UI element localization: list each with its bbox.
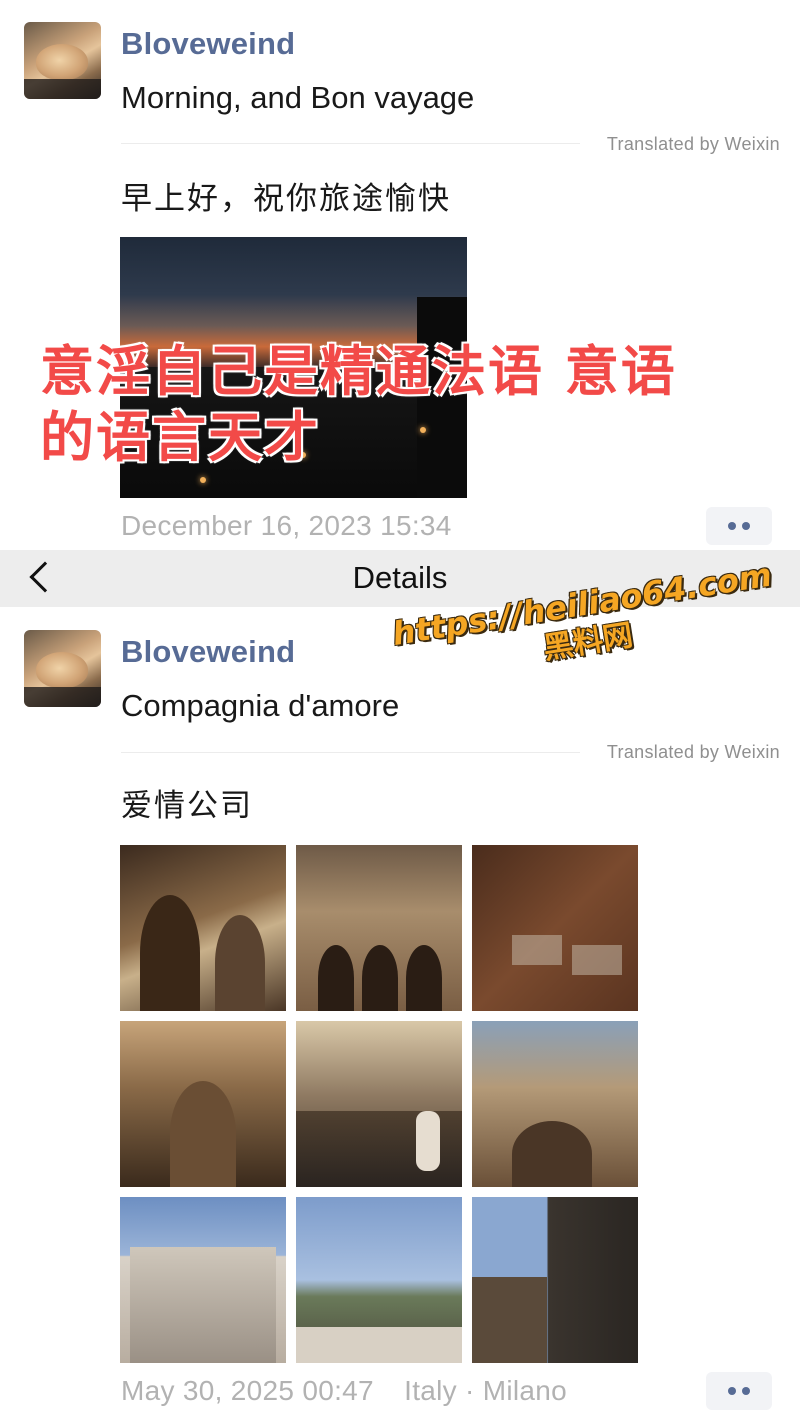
translated-by-label: Translated by Weixin [606, 742, 780, 762]
overlay-caption-line: 的语言天才 [40, 406, 320, 469]
lion-cub-image [36, 44, 88, 80]
translation-text: 早上好，祝你旅途愉快 [121, 181, 451, 216]
post-text: Morning, and Bon vayage [121, 80, 475, 115]
divider [121, 752, 580, 753]
photo-shop-window[interactable] [472, 845, 638, 1011]
translation-text: 爱情公司 [121, 788, 253, 823]
divider [121, 143, 580, 144]
lion-cub-image [36, 652, 88, 688]
photo-duomo-side[interactable] [472, 1197, 638, 1363]
photo-square[interactable] [296, 1197, 462, 1363]
timestamp-text: May 30, 2025 00:47 [121, 1375, 374, 1406]
more-options-button[interactable] [706, 507, 772, 545]
moment-post-2: Bloveweind Compagnia d'amore Translated … [0, 607, 800, 1418]
moment-post-1: Bloveweind Morning, and Bon vayage Trans… [0, 0, 800, 550]
photo-duomo[interactable] [120, 1197, 286, 1363]
more-dots-icon [728, 1387, 736, 1395]
more-dots-icon [728, 522, 736, 530]
photo-crowd[interactable] [296, 1021, 462, 1187]
photo-facade[interactable] [296, 845, 462, 1011]
photo-grid [120, 845, 638, 1363]
photo-gallery-arches[interactable] [120, 845, 286, 1011]
overlay-caption: 意淫自己是精通法语 意语 的语言天才 [40, 339, 720, 471]
more-options-button[interactable] [706, 1372, 772, 1410]
location-link[interactable]: Italy · Milano [404, 1375, 567, 1406]
avatar[interactable] [24, 22, 101, 99]
avatar[interactable] [24, 630, 101, 707]
username[interactable]: Bloveweind [121, 634, 295, 670]
photo-arcade[interactable] [120, 1021, 286, 1187]
post-text: Compagnia d'amore [121, 688, 400, 723]
timestamp: December 16, 2023 15:34 [121, 510, 452, 541]
overlay-caption-line: 意淫自己是精通法语 意语 [40, 340, 677, 403]
photo-galleria-dome[interactable] [472, 1021, 638, 1187]
timestamp: May 30, 2025 00:47 Italy · Milano [121, 1375, 567, 1407]
username[interactable]: Bloveweind [121, 26, 295, 62]
translated-by-label: Translated by Weixin [606, 134, 780, 154]
